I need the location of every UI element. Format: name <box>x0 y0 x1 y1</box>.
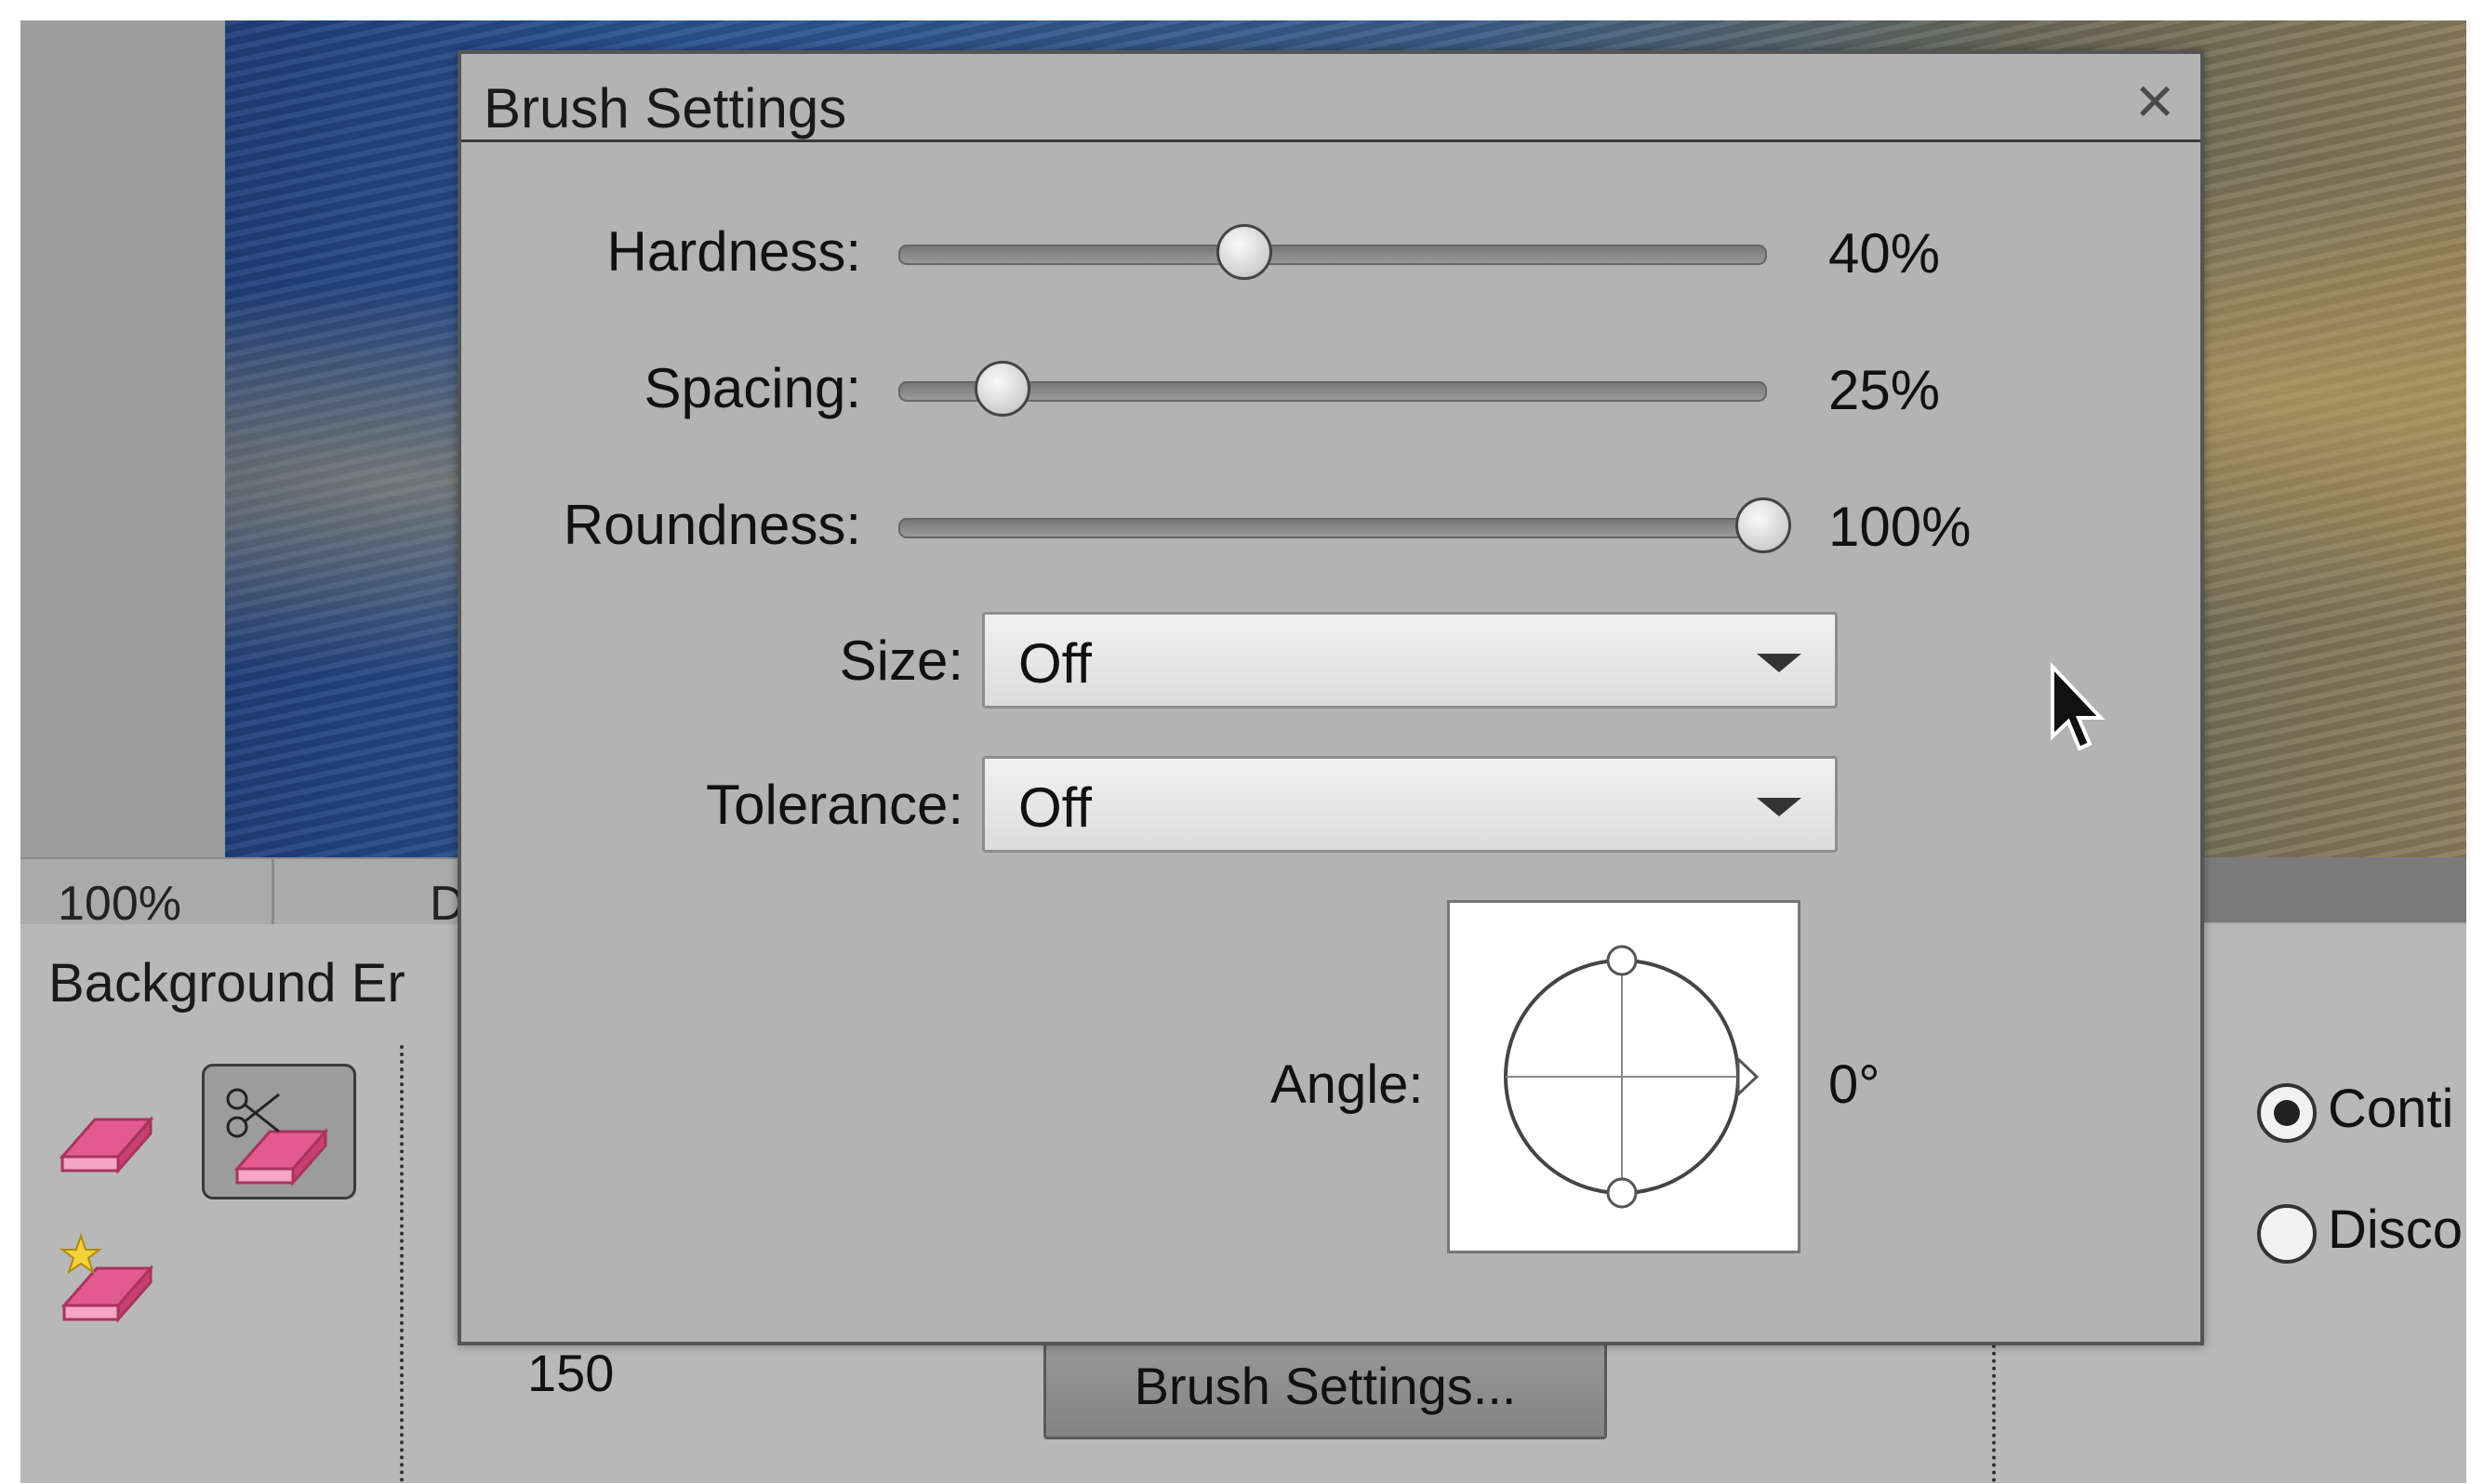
status-bar-right <box>2187 857 2466 922</box>
tolerance-dropdown[interactable]: Off <box>982 756 1838 853</box>
roundness-slider[interactable] <box>898 518 1767 538</box>
hardness-slider[interactable] <box>898 245 1767 265</box>
spacing-value: 25% <box>1828 359 1941 421</box>
zoom-level[interactable]: 100% <box>58 876 181 932</box>
mouse-pointer-icon <box>2048 661 2113 760</box>
dropdown-arrow-icon <box>1757 654 1801 672</box>
close-icon[interactable]: × <box>2135 63 2174 139</box>
roundness-label: Roundness: <box>563 494 861 556</box>
roundness-slider-handle[interactable] <box>1735 497 1791 553</box>
angle-handle-bottom[interactable] <box>1606 1177 1638 1209</box>
roundness-value: 100% <box>1828 496 1972 558</box>
dropdown-arrow-icon <box>1757 798 1801 816</box>
brush-settings-button[interactable]: Brush Settings... <box>1043 1333 1607 1439</box>
radio-button[interactable] <box>2257 1203 2317 1264</box>
hardness-slider-handle[interactable] <box>1216 224 1272 280</box>
status-divider <box>272 859 274 924</box>
radio-discontiguous[interactable]: Disco <box>2257 1199 2463 1264</box>
background-eraser-icon[interactable] <box>202 1064 356 1199</box>
tolerance-label: Tolerance: <box>706 774 963 836</box>
size-label: Size: <box>839 629 963 692</box>
tool-size-value: 150 <box>527 1344 615 1402</box>
radio-contiguous[interactable]: Conti <box>2257 1078 2453 1143</box>
angle-control[interactable] <box>1447 900 1800 1253</box>
radio-label: Conti <box>2328 1079 2454 1139</box>
dialog-title: Brush Settings <box>484 77 847 139</box>
editor-window: 100% D Background Er 150 Brush Settings.… <box>20 20 2466 1483</box>
size-dropdown[interactable]: Off <box>982 612 1838 709</box>
hardness-value: 40% <box>1828 222 1941 285</box>
angle-value: 0° <box>1828 1054 1880 1115</box>
hardness-label: Hardness: <box>606 220 861 283</box>
panel-divider <box>400 1045 404 1482</box>
tolerance-dropdown-value: Off <box>1018 776 1092 839</box>
angle-label: Angle: <box>1270 1054 1424 1115</box>
size-dropdown-value: Off <box>1018 632 1092 695</box>
tool-title: Background Er <box>48 953 405 1014</box>
brush-settings-dialog: Brush Settings × Hardness: 40% Spacing: … <box>458 50 2204 1345</box>
angle-direction-arrow[interactable] <box>1736 1055 1760 1098</box>
eraser-icon[interactable] <box>53 1092 155 1175</box>
canvas-gutter <box>20 20 225 857</box>
spacing-label: Spacing: <box>644 357 862 419</box>
magic-eraser-icon[interactable] <box>53 1231 155 1323</box>
angle-handle-top[interactable] <box>1606 945 1638 976</box>
spacing-slider-handle[interactable] <box>974 361 1030 417</box>
title-divider <box>461 139 2200 142</box>
radio-button[interactable] <box>2257 1082 2317 1143</box>
radio-label: Disco <box>2328 1199 2464 1260</box>
